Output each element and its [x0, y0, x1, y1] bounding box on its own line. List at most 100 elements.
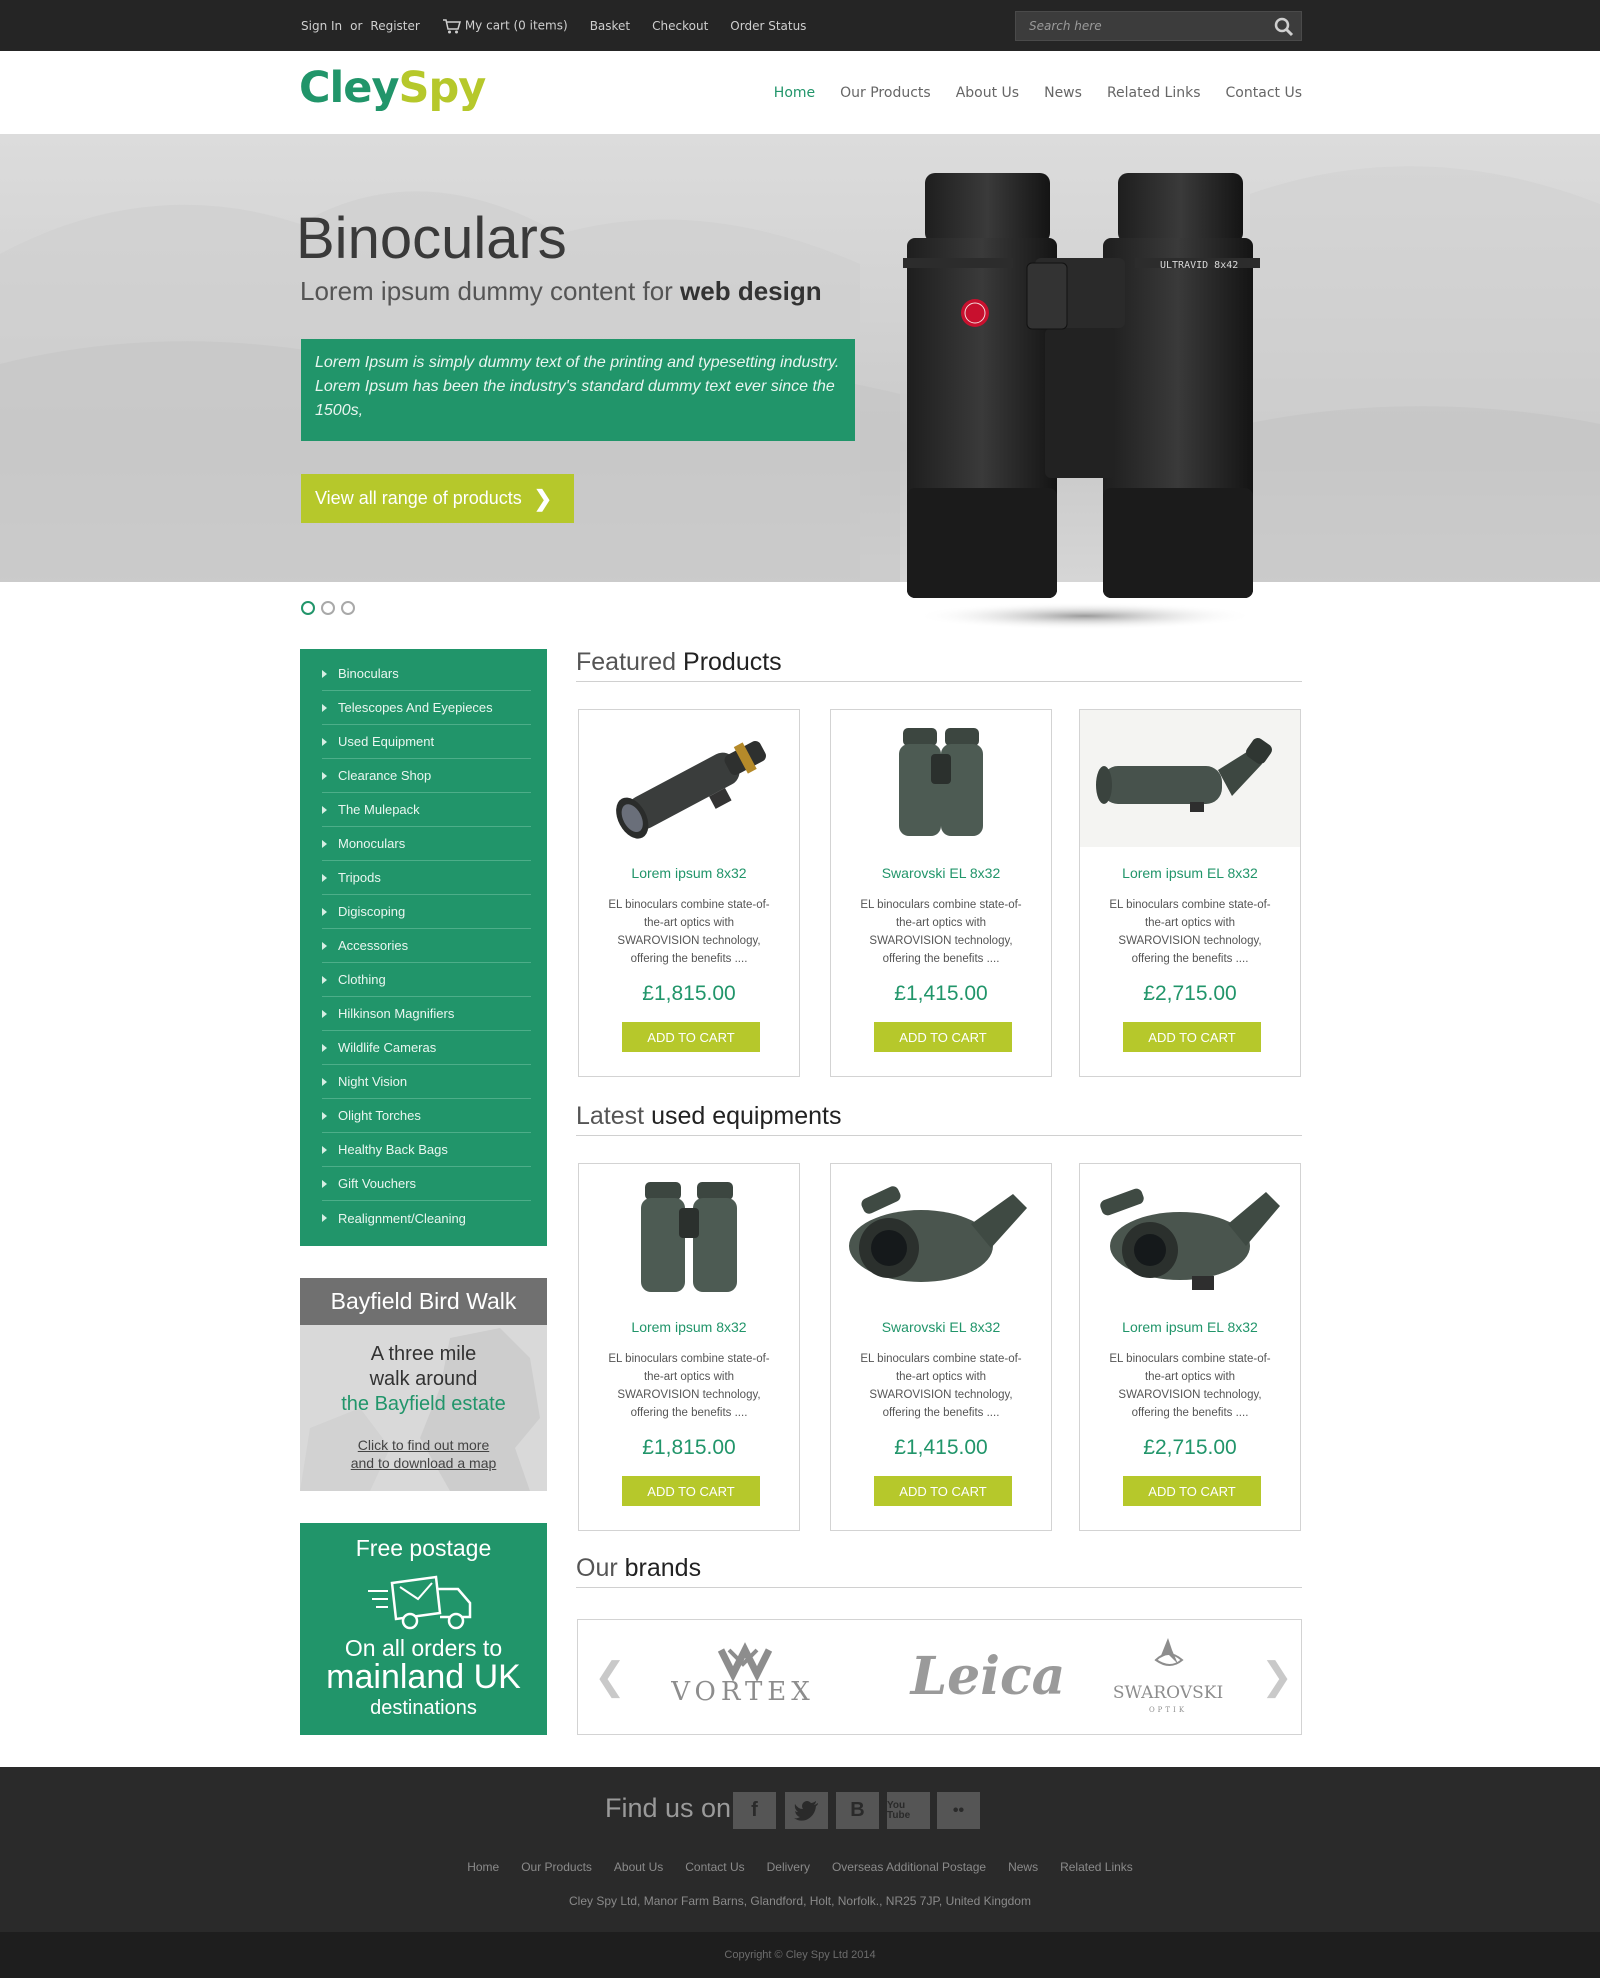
footer-link[interactable]: About Us	[614, 1860, 663, 1874]
search-input[interactable]	[1016, 12, 1266, 40]
product-card[interactable]: Lorem ipsum 8x32 EL binoculars combine s…	[578, 1163, 800, 1531]
category-item[interactable]: Night Vision	[322, 1065, 531, 1099]
bird-walk-title: Bayfield Bird Walk	[300, 1278, 547, 1325]
category-item[interactable]: Monoculars	[322, 827, 531, 861]
triangle-right-icon	[322, 1043, 327, 1052]
binoculars-icon	[899, 728, 983, 836]
site-footer: Find us on f B You Tube •• Home Our Prod…	[0, 1767, 1600, 1932]
product-price: £1,415.00	[894, 982, 988, 1005]
footer-link[interactable]: News	[1008, 1860, 1038, 1874]
add-to-cart-button[interactable]: ADD TO CART	[622, 1022, 760, 1052]
footer-link[interactable]: Delivery	[767, 1860, 810, 1874]
footer-link[interactable]: Home	[467, 1860, 499, 1874]
add-to-cart-button[interactable]: ADD TO CART	[874, 1022, 1012, 1052]
product-card[interactable]: Lorem ipsum EL 8x32 EL binoculars combin…	[1079, 1163, 1301, 1531]
order-status-link[interactable]: Order Status	[730, 19, 806, 33]
binoculars-model-label: ULTRAVID 8x42	[1160, 260, 1238, 271]
category-item[interactable]: Binoculars	[322, 657, 531, 691]
category-item[interactable]: Accessories	[322, 929, 531, 963]
featured-products-heading: Featured Products	[576, 648, 1302, 682]
nav-our-products[interactable]: Our Products	[840, 85, 931, 101]
product-card[interactable]: Lorem ipsum EL 8x32 EL binoculars combin…	[1079, 709, 1301, 1077]
signin-link[interactable]: Sign In	[301, 19, 342, 33]
category-item[interactable]: Olight Torches	[322, 1099, 531, 1133]
category-item[interactable]: Healthy Back Bags	[322, 1133, 531, 1167]
basket-link[interactable]: Basket	[590, 19, 630, 33]
category-item[interactable]: Tripods	[322, 861, 531, 895]
hero-banner: Binoculars Lorem ipsum dummy content for…	[0, 134, 1600, 582]
cart-icon	[442, 18, 461, 33]
vortex-logo[interactable]: VORTEX	[653, 1630, 833, 1722]
cart-link[interactable]: My cart (0 items)	[442, 18, 568, 34]
nav-home[interactable]: Home	[774, 85, 815, 101]
add-to-cart-button[interactable]: ADD TO CART	[1123, 1476, 1261, 1506]
youtube-icon[interactable]: You Tube	[887, 1792, 930, 1829]
category-item[interactable]: Telescopes And Eyepieces	[322, 691, 531, 725]
nav-related-links[interactable]: Related Links	[1107, 85, 1201, 101]
chevron-right-icon[interactable]: ❯	[1261, 1654, 1293, 1699]
flickr-icon[interactable]: ••	[937, 1792, 980, 1829]
category-item[interactable]: Wildlife Cameras	[322, 1031, 531, 1065]
slider-dot[interactable]	[321, 601, 335, 615]
blogger-icon[interactable]: B	[836, 1792, 879, 1829]
category-item[interactable]: Clothing	[322, 963, 531, 997]
triangle-right-icon	[322, 1179, 327, 1188]
product-description: EL binoculars combine state-of-the-art o…	[1109, 1353, 1271, 1419]
nav-news[interactable]: News	[1044, 85, 1082, 101]
category-label: Wildlife Cameras	[338, 1040, 437, 1055]
category-item[interactable]: Hilkinson Magnifiers	[322, 997, 531, 1031]
triangle-right-icon	[322, 1111, 327, 1120]
vortex-logo-text: VORTEX	[670, 1677, 815, 1707]
product-name[interactable]: Lorem ipsum EL 8x32	[1080, 1319, 1300, 1335]
twitter-icon[interactable]	[785, 1792, 828, 1829]
product-name[interactable]: Swarovski EL 8x32	[831, 1319, 1051, 1335]
view-all-products-button[interactable]: View all range of products ❯	[301, 474, 574, 523]
category-item[interactable]: Used Equipment	[322, 725, 531, 759]
product-card[interactable]: Swarovski EL 8x32 EL binoculars combine …	[830, 1163, 1052, 1531]
search-box	[1015, 11, 1302, 41]
bird-walk-link-line: Click to find out more	[357, 1437, 490, 1453]
footer-link[interactable]: Contact Us	[685, 1860, 744, 1874]
category-item[interactable]: The Mulepack	[322, 793, 531, 827]
product-name[interactable]: Lorem ipsum EL 8x32	[1080, 865, 1300, 881]
search-icon[interactable]	[1274, 17, 1294, 37]
footer-link[interactable]: Overseas Additional Postage	[832, 1860, 986, 1874]
leica-logo[interactable]: Leica	[903, 1630, 1073, 1722]
slider-dots	[301, 601, 361, 615]
chevron-left-icon[interactable]: ❮	[594, 1654, 626, 1699]
facebook-icon[interactable]: f	[733, 1792, 776, 1829]
product-card[interactable]: Swarovski EL 8x32 EL binoculars combine …	[830, 709, 1052, 1077]
product-card[interactable]: Lorem ipsum 8x32 EL binoculars combine s…	[578, 709, 800, 1077]
category-item[interactable]: Clearance Shop	[322, 759, 531, 793]
register-link[interactable]: Register	[370, 19, 419, 33]
heading-plain: Latest	[576, 1102, 652, 1130]
category-label: Clothing	[338, 972, 386, 987]
category-item[interactable]: Digiscoping	[322, 895, 531, 929]
logo-part-spy: Spy	[398, 63, 487, 113]
product-name[interactable]: Lorem ipsum 8x32	[579, 1319, 799, 1335]
hero-subtitle-plain: Lorem ipsum dummy content for	[300, 276, 681, 306]
slider-dot[interactable]	[341, 601, 355, 615]
triangle-right-icon	[322, 737, 327, 746]
checkout-link[interactable]: Checkout	[652, 19, 708, 33]
delivery-van-icon	[368, 1575, 472, 1630]
bird-walk-link[interactable]: Click to find out more and to download a…	[300, 1436, 547, 1472]
nav-contact-us[interactable]: Contact Us	[1226, 85, 1302, 101]
add-to-cart-button[interactable]: ADD TO CART	[622, 1476, 760, 1506]
triangle-right-icon	[322, 771, 327, 780]
site-logo[interactable]: CleySpy	[299, 63, 487, 113]
chevron-right-icon: ❯	[533, 485, 553, 511]
category-item[interactable]: Realignment/Cleaning	[322, 1201, 531, 1235]
nav-about-us[interactable]: About Us	[956, 85, 1019, 101]
add-to-cart-button[interactable]: ADD TO CART	[1123, 1022, 1261, 1052]
add-to-cart-button[interactable]: ADD TO CART	[874, 1476, 1012, 1506]
product-name[interactable]: Lorem ipsum 8x32	[579, 865, 799, 881]
category-label: Night Vision	[338, 1074, 408, 1089]
product-description: EL binoculars combine state-of-the-art o…	[608, 899, 770, 965]
slider-dot[interactable]	[301, 601, 315, 615]
category-item[interactable]: Gift Vouchers	[322, 1167, 531, 1201]
footer-link[interactable]: Our Products	[521, 1860, 592, 1874]
swarovski-logo[interactable]: SWAROVSKI OPTIK	[1108, 1630, 1228, 1722]
product-name[interactable]: Swarovski EL 8x32	[831, 865, 1051, 881]
footer-link[interactable]: Related Links	[1060, 1860, 1133, 1874]
